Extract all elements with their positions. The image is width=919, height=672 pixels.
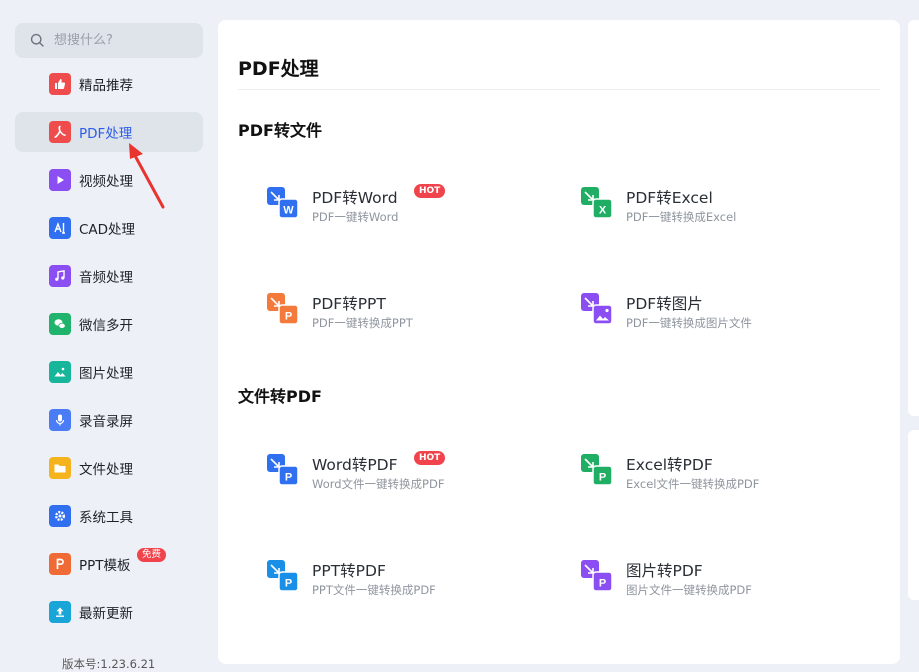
svg-text:P: P: [599, 472, 606, 484]
version-label: 版本号:1.23.6.21: [62, 657, 156, 671]
cad-icon: [49, 217, 71, 239]
free-badge: 免费: [137, 548, 167, 562]
sidebar-item-label: PPT模板: [79, 558, 131, 574]
ppt-to-pdf-icon: P: [267, 560, 299, 592]
sidebar-nav: 精品推荐 PDF处理 视频处理 CAD处理 音频处理 微信多开 图片处理 录音录…: [15, 64, 203, 640]
tool-name: PDF转PPT: [312, 295, 386, 313]
tool-description: 图片文件一键转换成PDF: [626, 583, 752, 597]
search-input[interactable]: [54, 33, 184, 48]
tool-pdf-to-word[interactable]: W PDF转Word HOT PDF一键转Word: [266, 184, 546, 238]
right-panel-edge: [908, 20, 919, 416]
sidebar-item-cad[interactable]: CAD处理: [15, 208, 203, 248]
sidebar-item-wechat[interactable]: 微信多开: [15, 304, 203, 344]
sidebar-item-label: 录音录屏: [79, 414, 133, 430]
sidebar-item-label: 系统工具: [79, 510, 133, 526]
tool-name: PDF转图片: [626, 295, 703, 313]
sidebar-item-label: PDF处理: [79, 126, 133, 142]
music-icon: [49, 265, 71, 287]
play-icon: [49, 169, 71, 191]
section-title-pdf-to-file: PDF转文件: [238, 121, 322, 140]
tool-image-to-pdf[interactable]: P 图片转PDF 图片文件一键转换成PDF: [580, 559, 860, 611]
tool-description: PDF一键转换成图片文件: [626, 316, 752, 330]
sidebar-item-audio[interactable]: 音频处理: [15, 256, 203, 296]
title-divider: [238, 89, 880, 90]
sidebar-item-label: 图片处理: [79, 366, 133, 382]
svg-text:X: X: [599, 205, 607, 217]
sidebar: 精品推荐 PDF处理 视频处理 CAD处理 音频处理 微信多开 图片处理 录音: [0, 0, 218, 672]
tool-pdf-to-image[interactable]: PDF转图片 PDF一键转换成图片文件: [580, 292, 860, 344]
svg-text:P: P: [285, 472, 292, 484]
sidebar-item-pdf[interactable]: PDF处理: [15, 112, 203, 152]
tool-name: PPT转PDF: [312, 562, 386, 580]
search-icon: [30, 33, 44, 47]
sidebar-item-image[interactable]: 图片处理: [15, 352, 203, 392]
tool-name: PDF转Word: [312, 189, 398, 207]
svg-text:W: W: [283, 205, 294, 217]
pdf-to-ppt-icon: P: [267, 293, 299, 325]
sidebar-item-label: 文件处理: [79, 462, 133, 478]
sidebar-item-recording[interactable]: 录音录屏: [15, 400, 203, 440]
svg-text:P: P: [599, 578, 606, 590]
hot-badge: HOT: [414, 184, 446, 198]
tool-name: 图片转PDF: [626, 562, 703, 580]
tool-excel-to-pdf[interactable]: P Excel转PDF Excel文件一键转换成PDF: [580, 453, 860, 505]
tool-name: Excel转PDF: [626, 456, 713, 474]
wechat-icon: [49, 313, 71, 335]
sidebar-item-featured[interactable]: 精品推荐: [15, 64, 203, 104]
search-box[interactable]: [15, 23, 203, 58]
thumbs-up-icon: [49, 73, 71, 95]
gear-icon: [49, 505, 71, 527]
section-title-file-to-pdf: 文件转PDF: [238, 387, 322, 406]
pdf-icon: [49, 121, 71, 143]
sidebar-item-latest-updates[interactable]: 最新更新: [15, 592, 203, 632]
pdf-to-excel-icon: X: [581, 187, 613, 219]
annotation-arrow: [129, 143, 165, 209]
ppt-icon: [49, 553, 71, 575]
sidebar-item-system-tools[interactable]: 系统工具: [15, 496, 203, 536]
main-panel: PDF处理 PDF转文件 W PDF转Word HOT PDF一键转Word X…: [218, 20, 900, 664]
svg-text:P: P: [285, 311, 292, 323]
pdf-to-image-icon: [581, 293, 613, 325]
pdf-to-word-icon: W: [267, 187, 299, 219]
svg-text:P: P: [285, 578, 292, 590]
image-to-pdf-icon: P: [581, 560, 613, 592]
excel-to-pdf-icon: P: [581, 454, 613, 486]
sidebar-item-label: 微信多开: [79, 318, 133, 334]
tool-pdf-to-ppt[interactable]: P PDF转PPT PDF一键转换成PPT: [266, 292, 546, 344]
sidebar-item-label: CAD处理: [79, 222, 136, 238]
microphone-icon: [49, 409, 71, 431]
image-icon: [49, 361, 71, 383]
tool-description: PDF一键转Word: [312, 210, 399, 224]
tool-name: PDF转Excel: [626, 189, 713, 207]
tool-description: PDF一键转换成PPT: [312, 316, 413, 330]
tool-description: PPT文件一键转换成PDF: [312, 583, 436, 597]
word-to-pdf-icon: P: [267, 454, 299, 486]
sidebar-item-label: 最新更新: [79, 606, 133, 622]
tool-description: PDF一键转换成Excel: [626, 210, 737, 224]
sidebar-item-files[interactable]: 文件处理: [15, 448, 203, 488]
upload-icon: [49, 601, 71, 623]
tool-name: Word转PDF: [312, 456, 398, 474]
tool-ppt-to-pdf[interactable]: P PPT转PDF PPT文件一键转换成PDF: [266, 559, 546, 611]
folder-icon: [49, 457, 71, 479]
tool-description: Word文件一键转换成PDF: [312, 477, 445, 491]
page-title: PDF处理: [238, 58, 319, 80]
tool-pdf-to-excel[interactable]: X PDF转Excel PDF一键转换成Excel: [580, 186, 860, 238]
hot-badge: HOT: [414, 451, 446, 465]
sidebar-item-label: 精品推荐: [79, 78, 133, 94]
tool-word-to-pdf[interactable]: P Word转PDF HOT Word文件一键转换成PDF: [266, 451, 546, 505]
sidebar-item-ppt-templates[interactable]: PPT模板 免费: [15, 544, 203, 584]
right-panel-edge: [908, 430, 919, 600]
sidebar-item-label: 音频处理: [79, 270, 133, 286]
tool-description: Excel文件一键转换成PDF: [626, 477, 760, 491]
sidebar-item-video[interactable]: 视频处理: [15, 160, 203, 200]
